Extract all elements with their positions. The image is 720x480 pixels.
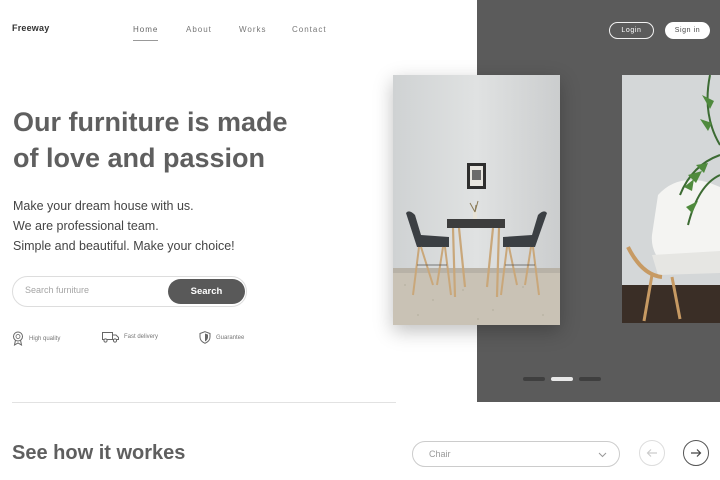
nav-active-underline bbox=[133, 40, 159, 41]
hero-title-line-1: Our furniture is made bbox=[13, 107, 288, 137]
arrow-right-icon bbox=[691, 449, 702, 457]
slider-dot-1[interactable] bbox=[523, 377, 545, 381]
slider-image-lounge-chair[interactable] bbox=[622, 75, 720, 323]
feature-label: Fast delivery bbox=[124, 334, 159, 340]
arrow-left-icon bbox=[646, 449, 657, 457]
prev-arrow-button[interactable] bbox=[639, 440, 665, 466]
hero-title: Our furniture is made of love and passio… bbox=[13, 104, 343, 176]
signin-button[interactable]: Sign in bbox=[665, 22, 710, 39]
slider-image-dining-set[interactable] bbox=[393, 75, 560, 325]
shield-icon bbox=[199, 331, 211, 344]
brand-logo[interactable]: Freeway bbox=[12, 23, 49, 33]
feature-label: Guarantee bbox=[216, 334, 245, 341]
feature-high-quality: High quality bbox=[12, 331, 60, 346]
search-button[interactable]: Search bbox=[168, 279, 245, 304]
nav-works[interactable]: Works bbox=[239, 25, 267, 34]
hero-title-line-2: of love and passion bbox=[13, 143, 266, 173]
login-button[interactable]: Login bbox=[609, 22, 654, 39]
category-select-value: Chair bbox=[429, 449, 451, 459]
next-arrow-button[interactable] bbox=[683, 440, 709, 466]
nav-contact[interactable]: Contact bbox=[292, 25, 327, 34]
nav-home[interactable]: Home bbox=[133, 25, 159, 41]
search-input[interactable] bbox=[25, 285, 165, 295]
section-divider bbox=[12, 402, 396, 403]
hero-subtitle-line-1: Make your dream house with us. bbox=[13, 199, 194, 213]
nav-about[interactable]: About bbox=[186, 25, 212, 34]
nav-home-label: Home bbox=[133, 25, 159, 34]
feature-guarantee: Guarantee bbox=[199, 331, 244, 344]
slider-dot-2-active[interactable] bbox=[551, 377, 573, 381]
medal-icon bbox=[13, 331, 23, 346]
hero-subtitle-line-2: We are professional team. bbox=[13, 219, 159, 233]
slider-dot-3[interactable] bbox=[579, 377, 601, 381]
search-bar: Search bbox=[12, 276, 247, 307]
hero-subtitle-line-3: Simple and beautiful. Make your choice! bbox=[13, 239, 235, 253]
chevron-down-icon bbox=[598, 452, 607, 458]
feature-fast-delivery: Fast delivery bbox=[102, 331, 158, 343]
feature-label: High quality bbox=[29, 335, 61, 342]
category-select[interactable]: Chair bbox=[412, 441, 620, 467]
truck-icon bbox=[102, 332, 119, 343]
section-title: See how it workes bbox=[12, 442, 186, 464]
